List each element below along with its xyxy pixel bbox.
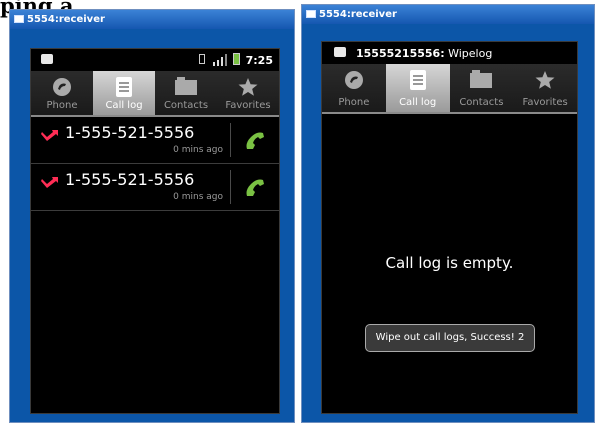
emulator-window-right: 5554:receiver 15555215556: Wipelog Phone… [301, 4, 595, 423]
tab-label: Contacts [459, 97, 504, 108]
tab-label: Favorites [522, 97, 568, 108]
notification-bar: 15555215556: Wipelog [322, 42, 577, 64]
call-log-row[interactable]: 1-555-521-5556 0 mins ago [31, 117, 279, 164]
row-divider [230, 170, 231, 204]
call-log-icon [409, 70, 426, 90]
window-title: 5554:receiver [319, 9, 397, 20]
row-divider [230, 123, 231, 157]
status-time: 7:25 [245, 54, 273, 67]
tab-contacts[interactable]: Contacts [155, 71, 217, 115]
tab-favorites[interactable]: Favorites [217, 71, 279, 115]
tab-phone[interactable]: Phone [31, 71, 93, 115]
call-handset-icon[interactable] [243, 176, 267, 198]
tab-label: Call log [105, 100, 143, 111]
call-number: 1-555-521-5556 [65, 123, 195, 142]
missed-call-icon [41, 130, 58, 141]
window-title: 5554:receiver [27, 14, 105, 25]
call-log-row[interactable]: 1-555-521-5556 0 mins ago [31, 164, 279, 211]
window-titlebar[interactable]: 5554:receiver [302, 5, 594, 24]
phone-dial-icon [344, 71, 363, 89]
missed-call-icon [41, 177, 58, 188]
window-titlebar[interactable]: 5554:receiver [10, 10, 294, 29]
empty-state-message: Call log is empty. [385, 254, 514, 272]
notification-message: Wipelog [444, 47, 493, 60]
notification-sender: 15555215556: [356, 47, 445, 60]
call-time: 0 mins ago [173, 145, 223, 155]
call-handset-icon[interactable] [243, 129, 267, 151]
tab-call-log[interactable]: Call log [385, 64, 450, 112]
phone-screen: 15555215556: Wipelog Phone Call log Cont… [321, 41, 578, 414]
sim-icon [199, 54, 205, 64]
smiley-icon [334, 47, 346, 57]
window-icon [14, 15, 24, 23]
contacts-icon [470, 70, 493, 88]
phone-dial-icon [53, 78, 71, 96]
call-log-icon [116, 77, 132, 97]
call-time: 0 mins ago [173, 192, 223, 202]
call-number: 1-555-521-5556 [65, 170, 195, 189]
tab-bar: Phone Call log Contacts Favorites [322, 64, 577, 114]
tab-label: Call log [399, 97, 437, 108]
tab-label: Contacts [163, 100, 209, 111]
smiley-icon [41, 54, 53, 64]
emulator-window-left: 5554:receiver 7:25 Phone Call log Contac… [9, 9, 295, 423]
tab-bar: Phone Call log Contacts Favorites [31, 71, 279, 117]
tab-label: Phone [338, 97, 370, 108]
phone-screen: 7:25 Phone Call log Contacts Favorites 1… [30, 48, 280, 414]
window-icon [306, 10, 316, 18]
tab-phone[interactable]: Phone [322, 64, 386, 112]
contacts-icon [175, 77, 197, 95]
notification-ticker: 15555215556: Wipelog [356, 47, 492, 60]
status-bar: 7:25 [31, 49, 279, 71]
tab-favorites[interactable]: Favorites [513, 64, 577, 112]
toast-message: Wipe out call logs, Success! 2 [365, 324, 535, 352]
tab-label: Favorites [225, 100, 271, 111]
star-icon [535, 71, 555, 89]
signal-icon [213, 54, 227, 66]
tab-contacts[interactable]: Contacts [450, 64, 514, 112]
tab-call-log[interactable]: Call log [93, 71, 155, 115]
battery-icon [233, 53, 240, 65]
star-icon [238, 78, 258, 96]
tab-label: Phone [46, 100, 78, 111]
